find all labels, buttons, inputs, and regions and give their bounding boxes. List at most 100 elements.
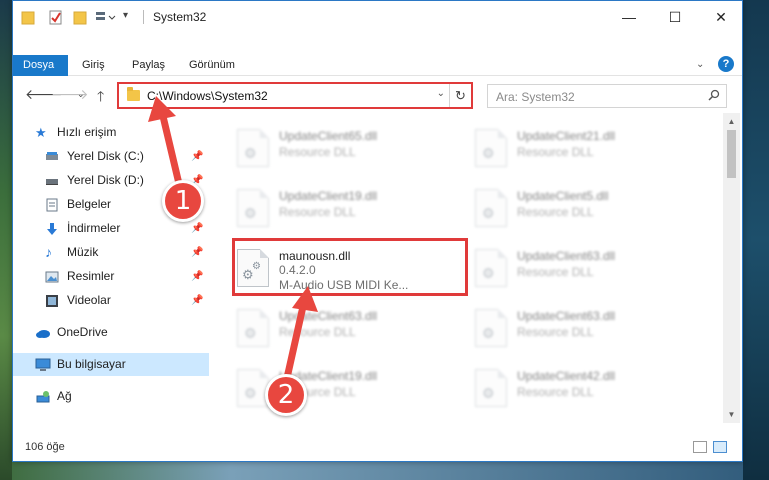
gear-icon: ⚙ — [482, 145, 495, 161]
sidebar-item-label: Yerel Disk (C:) — [67, 149, 144, 163]
sidebar-item-label: Videolar — [67, 293, 111, 307]
sidebar-item-this-pc[interactable]: Bu bilgisayar — [13, 353, 209, 376]
sidebar-item-label: Ağ — [57, 389, 72, 403]
search-input[interactable]: Ara: System32 — [487, 84, 727, 108]
scroll-up-icon[interactable]: ▲ — [723, 113, 740, 130]
star-icon: ★ — [35, 125, 47, 140]
sidebar-item-local-disk-c[interactable]: Yerel Disk (C:) 📌 — [13, 145, 209, 168]
pin-icon[interactable]: 📌 — [191, 289, 203, 312]
drive-icon — [45, 173, 59, 187]
chevron-down-icon[interactable]: ⌄ — [437, 88, 445, 99]
file-description: Resource DLL — [517, 385, 594, 399]
file-description: Resource DLL — [279, 205, 356, 219]
tab-share[interactable]: Paylaş — [122, 55, 175, 76]
videos-icon — [45, 293, 59, 307]
sidebar-item-label: Resimler — [67, 269, 115, 283]
folder-icon — [21, 9, 35, 25]
sidebar-item-music[interactable]: ♪ Müzik 📌 — [13, 241, 209, 264]
pin-icon[interactable]: 📌 — [191, 145, 203, 168]
vertical-scrollbar[interactable]: ▲ ▼ — [723, 113, 740, 423]
gear-icon: ⚙ — [482, 265, 495, 281]
navigation-row: 🡐 🡒 ⌄ 🡑 C:\Windows\System32 ⌄ ↻ Ara: Sys… — [13, 77, 742, 113]
tab-home[interactable]: Giriş — [72, 55, 115, 76]
scroll-down-icon[interactable]: ▼ — [723, 406, 740, 423]
step-2-callout: 2 — [265, 374, 307, 416]
refresh-button[interactable]: ↻ — [449, 84, 471, 107]
sidebar-item-quick-access[interactable]: ★ Hızlı erişim — [13, 121, 209, 144]
file-name: UpdateClient63.dll — [279, 309, 378, 323]
pin-icon[interactable]: 📌 — [191, 241, 203, 264]
file-name: UpdateClient5.dll — [517, 189, 609, 203]
dll-file-icon: ⚙ — [237, 129, 269, 167]
ribbon: Dosya Giriş Paylaş Görünüm ⌄ ? — [13, 33, 742, 76]
status-bar: 106 öğe — [13, 427, 742, 461]
customize-view-icon[interactable] — [95, 9, 117, 25]
file-item[interactable]: ⚙ UpdateClient63.dll Resource DLL — [229, 301, 459, 359]
gear-icon: ⚙ — [482, 205, 495, 221]
dll-file-icon: ⚙ — [475, 309, 507, 347]
file-item[interactable]: ⚙ UpdateClient19.dll Resource DLL — [229, 181, 459, 239]
details-view-icon[interactable] — [693, 441, 707, 453]
large-icons-view-icon[interactable] — [713, 441, 727, 453]
sidebar-item-label: Hızlı erişim — [57, 125, 117, 139]
expand-ribbon-icon[interactable]: ⌄ — [696, 59, 704, 70]
file-name: UpdateClient19.dll — [279, 189, 378, 203]
pin-icon[interactable]: 📌 — [191, 265, 203, 288]
recent-locations-icon[interactable]: ⌄ — [77, 89, 85, 100]
dll-file-icon: ⚙ — [475, 129, 507, 167]
maximize-button[interactable]: ☐ — [652, 1, 698, 33]
music-icon: ♪ — [45, 244, 52, 260]
file-description: Resource DLL — [517, 205, 594, 219]
gear-icon: ⚙ — [482, 325, 495, 341]
gear-icon: ⚙ — [244, 205, 257, 221]
search-placeholder: Ara: System32 — [496, 90, 575, 104]
sidebar-item-label: İndirmeler — [67, 221, 121, 235]
sidebar-item-onedrive[interactable]: OneDrive — [13, 321, 209, 344]
navigation-pane: ★ Hızlı erişim Yerel Disk (C:) 📌 Yerel D… — [13, 113, 209, 423]
item-count: 106 öğe — [25, 441, 65, 453]
help-icon[interactable]: ? — [718, 56, 734, 72]
file-item[interactable]: ⚙ UpdateClient63.dll Resource DLL — [467, 241, 697, 299]
file-item[interactable]: ⚙ UpdateClient21.dll Resource DLL — [467, 121, 697, 179]
close-button[interactable]: ✕ — [698, 1, 744, 33]
drive-icon — [45, 149, 59, 163]
scroll-thumb[interactable] — [727, 130, 736, 178]
new-folder-icon[interactable] — [73, 9, 87, 25]
title-separator — [143, 10, 144, 24]
file-description: Resource DLL — [517, 265, 594, 279]
file-explorer-window: ▾ System32 — ☐ ✕ Dosya Giriş Paylaş Görü… — [12, 0, 743, 462]
window-title: System32 — [153, 10, 207, 24]
file-item[interactable]: ⚙ UpdateClient42.dll Resource DLL — [467, 361, 697, 419]
sidebar-item-videos[interactable]: Videolar 📌 — [13, 289, 209, 312]
search-icon[interactable] — [708, 89, 720, 104]
documents-icon — [45, 197, 59, 212]
file-item[interactable]: ⚙ UpdateClient5.dll Resource DLL — [467, 181, 697, 239]
up-arrow-icon[interactable]: 🡑 — [97, 86, 104, 110]
file-description: Resource DLL — [279, 325, 356, 339]
file-name: UpdateClient21.dll — [517, 129, 616, 143]
file-item[interactable]: ⚙ UpdateClient19.dll Resource DLL — [229, 361, 459, 419]
properties-icon[interactable] — [49, 9, 63, 25]
gear-icon: ⚙ — [244, 325, 257, 341]
file-name: UpdateClient65.dll — [279, 129, 378, 143]
quick-access-dropdown-icon[interactable]: ▾ — [123, 10, 128, 26]
dll-file-icon: ⚙ — [237, 309, 269, 347]
file-item[interactable]: ⚙ UpdateClient65.dll Resource DLL — [229, 121, 459, 179]
sidebar-item-pictures[interactable]: Resimler 📌 — [13, 265, 209, 288]
file-name: UpdateClient63.dll — [517, 309, 616, 323]
file-description: Resource DLL — [517, 325, 594, 339]
address-bar[interactable]: C:\Windows\System32 ⌄ ↻ — [117, 82, 473, 109]
dll-file-icon: ⚙ — [237, 369, 269, 407]
pin-icon[interactable]: 📌 — [191, 217, 203, 240]
network-icon — [35, 389, 50, 403]
file-item[interactable]: ⚙ UpdateClient63.dll Resource DLL — [467, 301, 697, 359]
tab-file[interactable]: Dosya — [13, 55, 68, 76]
sidebar-item-label: OneDrive — [57, 325, 108, 339]
dll-file-icon: ⚙ — [237, 189, 269, 227]
minimize-button[interactable]: — — [606, 1, 652, 33]
desktop-background-right — [743, 0, 769, 480]
cloud-icon — [35, 325, 50, 339]
address-path[interactable]: C:\Windows\System32 — [147, 89, 268, 103]
sidebar-item-network[interactable]: Ağ — [13, 385, 209, 408]
tab-view[interactable]: Görünüm — [179, 55, 245, 76]
